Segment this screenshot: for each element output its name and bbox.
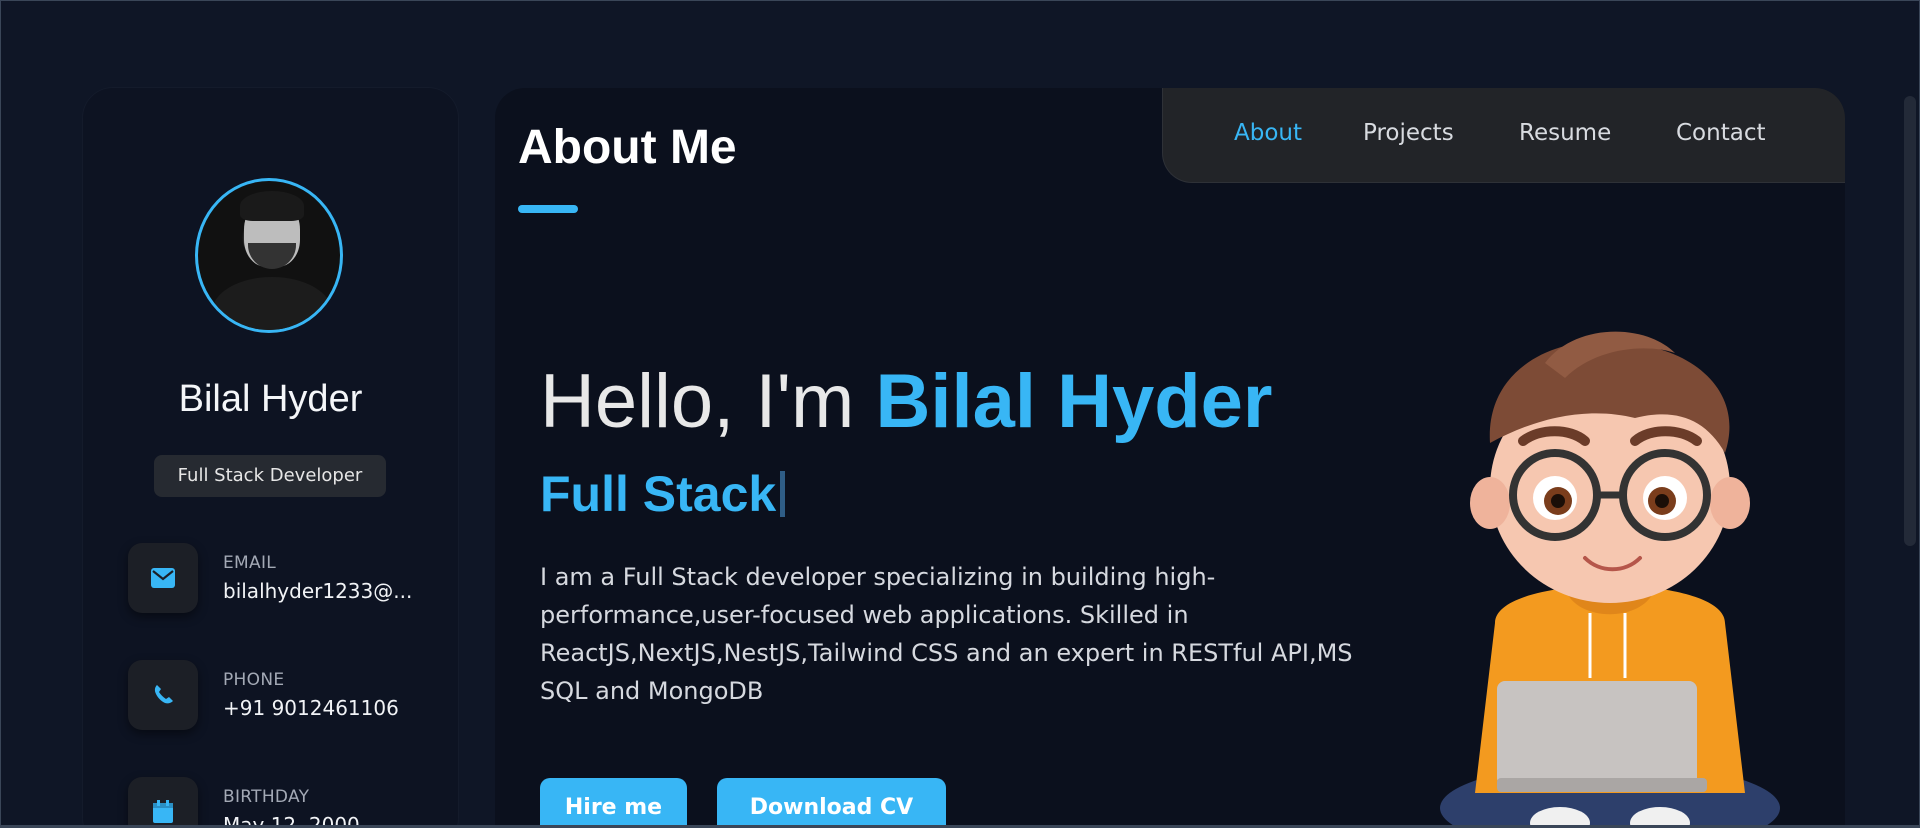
page-title: About Me: [518, 121, 737, 174]
contact-birthday: BIRTHDAY May 12, 2000: [128, 777, 448, 828]
main-navbar: About Projects Resume Contact: [1162, 88, 1845, 183]
birthday-value: May 12, 2000: [223, 813, 360, 828]
birthday-label: BIRTHDAY: [223, 787, 310, 807]
download-cv-button[interactable]: Download CV: [717, 778, 946, 828]
phone-label: PHONE: [223, 670, 285, 690]
nav-projects[interactable]: Projects: [1363, 120, 1454, 146]
hero-greeting: Hello, I'm Bilal Hyder: [540, 358, 1273, 445]
email-label: EMAIL: [223, 553, 277, 573]
role-badge: Full Stack Developer: [154, 455, 386, 497]
phone-value[interactable]: +91 9012461106: [223, 696, 399, 720]
nav-about[interactable]: About: [1234, 120, 1302, 146]
contact-phone: PHONE +91 9012461106: [128, 660, 448, 730]
nav-contact[interactable]: Contact: [1676, 120, 1765, 146]
typing-cursor: [780, 471, 786, 517]
profile-sidebar: Bilal Hyder Full Stack Developer EMAIL b…: [83, 88, 458, 828]
typed-role: Full Stack: [540, 465, 786, 523]
scrollbar-thumb[interactable]: [1904, 96, 1916, 546]
email-value[interactable]: bilalhyder1233@...: [223, 579, 412, 603]
greeting-name: Bilal Hyder: [875, 359, 1273, 444]
typed-role-text: Full Stack: [540, 466, 777, 522]
nav-resume[interactable]: Resume: [1519, 120, 1611, 146]
mail-icon: [128, 543, 198, 613]
about-panel: About Me About Projects Resume Contact H…: [495, 88, 1845, 828]
greeting-prefix: Hello, I'm: [540, 359, 876, 444]
phone-icon: [128, 660, 198, 730]
title-underline: [518, 205, 578, 213]
bio-text: I am a Full Stack developer specializing…: [540, 563, 1353, 705]
calendar-icon: [128, 777, 198, 828]
contact-email: EMAIL bilalhyder1233@...: [128, 543, 448, 613]
profile-name: Bilal Hyder: [178, 378, 363, 420]
developer-illustration: [1440, 331, 1780, 828]
hire-me-button[interactable]: Hire me: [540, 778, 687, 828]
profile-avatar: [195, 178, 343, 333]
